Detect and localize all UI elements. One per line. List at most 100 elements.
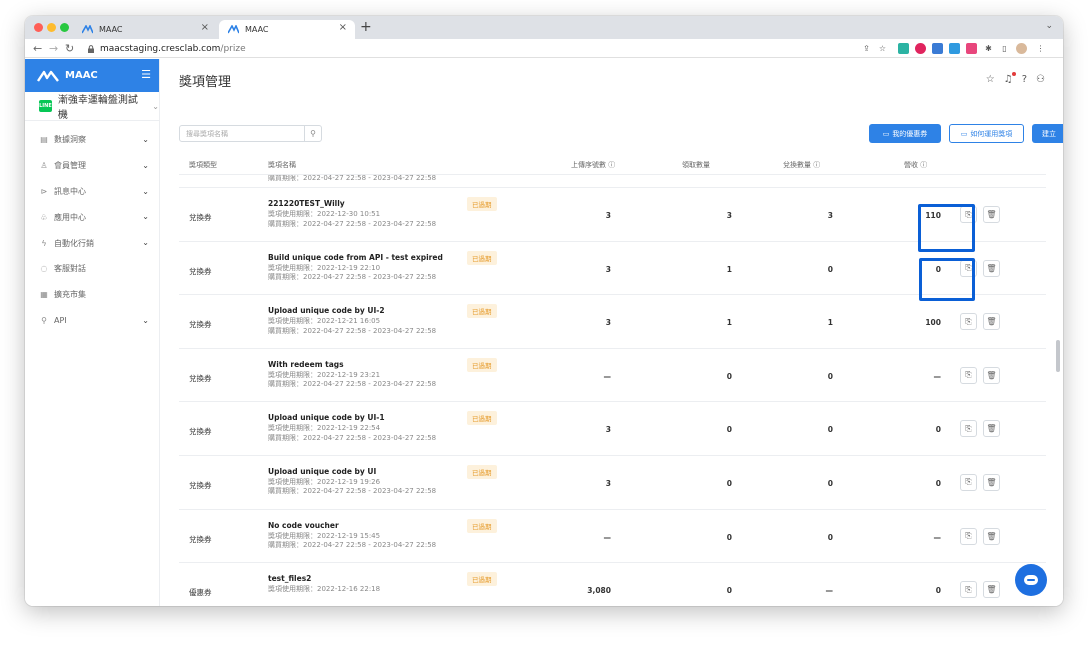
close-tab-icon[interactable]: × [201, 22, 209, 33]
sidebar-item-chat[interactable]: ◌ 客服對話 [25, 256, 159, 282]
close-window-button[interactable] [34, 23, 43, 32]
account-switcher[interactable]: LINE 漸強幸運輪盤測試機 ⌄ [25, 92, 159, 121]
table-row[interactable]: 兌換券 With redeem tags 獎項使用期限：2022-12-19 23:… [179, 349, 1046, 403]
extensions-puzzle-icon[interactable]: ✱ [983, 43, 994, 54]
prize-table: 獎項類型 獎項名稱 上傳序號數 ⓘ 領取數量 兌換數量 ⓘ 營收 ⓘ 購買期限：… [179, 156, 1046, 606]
trash-icon[interactable]: 🗑 [983, 527, 1000, 545]
scrollbar-thumb[interactable] [1056, 340, 1060, 372]
table-row[interactable]: 優惠券 test_files2 獎項使用期限：2022-12-16 22:18 已過期… [179, 563, 1046, 606]
bookmark-star-icon[interactable]: ☆ [877, 43, 888, 54]
header-type: 獎項類型 [189, 161, 217, 169]
tab-title: MAAC [245, 25, 269, 34]
view-details-icon[interactable]: ⎘ [960, 527, 977, 545]
back-arrow-icon[interactable]: ← [33, 42, 42, 55]
table-row[interactable]: 兌換券 Upload unique code by UI-1 獎項使用期限：2022… [179, 402, 1046, 456]
header-icons: ☆ ♫ ? ⚇ [986, 72, 1045, 85]
how-to-use-button[interactable]: ▭ 如何運用獎項 [949, 124, 1024, 143]
row-claimed: 1 [726, 264, 732, 274]
row-name[interactable]: 221220TEST_Willy [268, 199, 436, 208]
header-redeemed-label: 兌換數量 [783, 161, 811, 169]
expired-badge: 已過期 [467, 197, 497, 211]
my-coupons-button[interactable]: ▭ 我的優惠券 [869, 124, 941, 143]
sidebar-item-apps[interactable]: ♧ 應用中心 ⌄ [25, 204, 159, 230]
row-serials: 3,080 [587, 586, 611, 596]
user-settings-icon[interactable]: ⚇ [1036, 74, 1045, 85]
trash-icon[interactable]: 🗑 [983, 313, 1000, 331]
profile-avatar[interactable] [1016, 43, 1027, 54]
info-icon[interactable]: ⓘ [608, 161, 615, 169]
row-name-block: No code voucher 獎項使用期限：2022-12-19 15:45 購買… [268, 521, 436, 551]
row-name[interactable]: Build unique code from API - test expire… [268, 253, 443, 262]
row-name[interactable]: Upload unique code by UI [268, 467, 436, 476]
view-details-icon[interactable]: ⎘ [960, 366, 977, 384]
address-bar[interactable]: maacstaging.cresclab.com/prize [87, 41, 867, 56]
extension-icon[interactable] [949, 43, 960, 54]
more-menu-icon[interactable]: ⋮ [1035, 43, 1046, 54]
trash-icon[interactable]: 🗑 [983, 206, 1000, 223]
info-icon[interactable]: ⓘ [813, 161, 820, 169]
trash-icon[interactable]: 🗑 [983, 366, 1000, 384]
extension-icon[interactable] [966, 43, 977, 54]
info-icon[interactable]: ⓘ [920, 161, 927, 169]
row-buy-period: 購買期限：2022-04-27 22:58 - 2023-04-27 22:58 [268, 433, 437, 442]
view-details-icon[interactable]: ⎘ [960, 581, 977, 599]
extension-icon[interactable] [898, 43, 909, 54]
view-details-icon[interactable]: ⎘ [960, 313, 977, 331]
how-to-use-label: 如何運用獎項 [970, 129, 1013, 138]
table-row[interactable]: 兌換券 221220TEST_Willy 獎項使用期限：2022-12-30 10:… [179, 188, 1046, 242]
apps-icon: ♧ [40, 212, 48, 222]
maximize-window-button[interactable] [60, 23, 69, 32]
view-details-icon[interactable]: ⎘ [960, 420, 977, 438]
search-icon[interactable]: ⚲ [304, 126, 321, 141]
browser-tab-2[interactable]: MAAC × [219, 20, 355, 39]
row-name[interactable]: Upload unique code by UI-2 [268, 306, 436, 315]
close-tab-icon[interactable]: × [339, 22, 347, 33]
sidebar-item-automation[interactable]: ϟ 自動化行銷 ⌄ [25, 230, 159, 256]
search-input[interactable]: 搜尋獎項名稱 ⚲ [179, 125, 322, 142]
expired-badge: 已過期 [467, 464, 497, 479]
row-name[interactable]: test_files2 [268, 574, 380, 583]
table-row[interactable]: 兌換券 Build unique code from API - test exp… [179, 242, 1046, 296]
table-row[interactable]: 兌換券 No code voucher 獎項使用期限：2022-12-19 15:4… [179, 510, 1046, 564]
row-name-block: test_files2 獎項使用期限：2022-12-16 22:18 [268, 574, 380, 595]
star-icon[interactable]: ☆ [986, 74, 995, 85]
sidebar-item-api[interactable]: ⚲ API ⌄ [25, 308, 159, 334]
minimize-window-button[interactable] [47, 23, 56, 32]
sidebar-item-members[interactable]: ♙ 會員管理 ⌄ [25, 153, 159, 179]
trash-icon[interactable]: 🗑 [983, 581, 1000, 599]
expired-badge: 已過期 [467, 518, 497, 533]
chat-support-button[interactable] [1015, 564, 1047, 596]
browser-tab-1[interactable]: MAAC × [73, 20, 217, 39]
row-name[interactable]: Upload unique code by UI-1 [268, 413, 436, 422]
row-name[interactable]: With redeem tags [268, 360, 436, 369]
table-row[interactable]: 兌換券 Upload unique code by UI-2 獎項使用期限：2022… [179, 295, 1046, 349]
browser-toolbar: ← → ↻ maacstaging.cresclab.com/prize ⇪ ☆… [25, 39, 1063, 58]
row-claimed: 0 [726, 532, 732, 542]
chevron-down-icon: ⌄ [142, 212, 149, 222]
sidebar-item-insights[interactable]: ▤ 數據洞察 ⌄ [25, 127, 159, 153]
new-tab-button[interactable]: + [360, 19, 372, 35]
sidebar-item-messages[interactable]: ⊳ 訊息中心 ⌄ [25, 179, 159, 205]
trash-icon[interactable]: 🗑 [983, 473, 1000, 491]
create-button[interactable]: 建立 [1032, 124, 1063, 143]
extension-icon[interactable] [915, 43, 926, 54]
row-name[interactable]: No code voucher [268, 521, 436, 530]
reload-icon[interactable]: ↻ [65, 42, 74, 55]
row-use-period: 獎項使用期限：2022-12-19 23:21 [268, 370, 381, 379]
trash-icon[interactable]: 🗑 [983, 259, 1000, 277]
sidepanel-icon[interactable]: ▯ [999, 43, 1010, 54]
row-serials: 3 [605, 211, 611, 220]
extension-icon[interactable] [932, 43, 943, 54]
trash-icon[interactable]: 🗑 [983, 420, 1000, 438]
view-details-icon[interactable]: ⎘ [960, 473, 977, 491]
bell-icon[interactable]: ♫ [1004, 72, 1016, 85]
hamburger-menu-icon[interactable]: ☰ [141, 68, 151, 81]
share-icon[interactable]: ⇪ [861, 43, 872, 54]
forward-arrow-icon[interactable]: → [49, 42, 58, 55]
sidebar-item-marketplace[interactable]: ▦ 擴充市集 [25, 282, 159, 308]
tab-search-icon[interactable]: ⌄ [1045, 21, 1053, 31]
row-type: 兌換券 [189, 480, 212, 490]
table-row[interactable]: 兌換券 Upload unique code by UI 獎項使用期限：2022-1… [179, 456, 1046, 510]
lightning-icon: ϟ [41, 238, 47, 248]
help-icon[interactable]: ? [1022, 74, 1027, 85]
